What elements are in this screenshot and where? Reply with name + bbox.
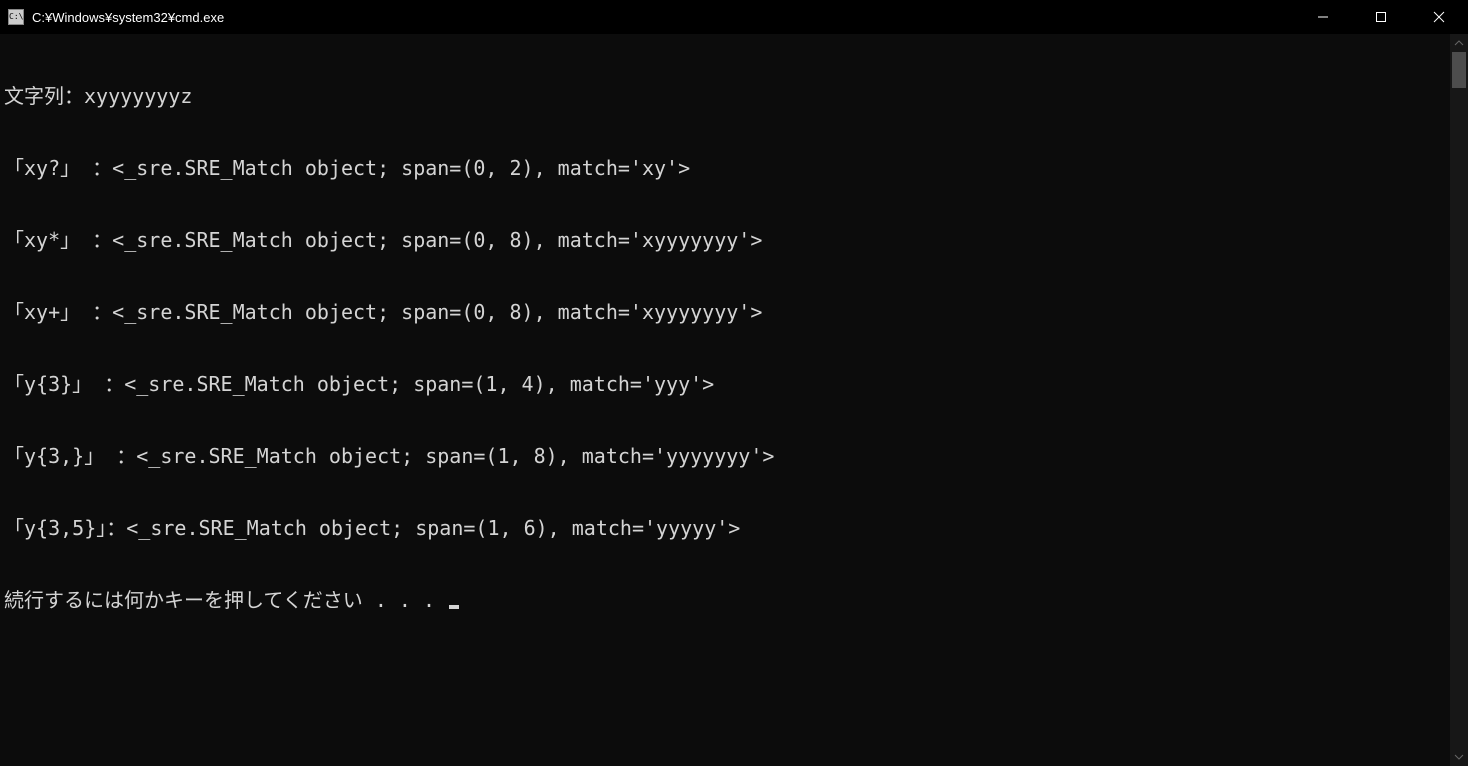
- cmd-window: C:\ C:¥Windows¥system32¥cmd.exe: [0, 0, 1468, 766]
- terminal-line: 「xy?」 ：<_sre.SRE_Match object; span=(0, …: [4, 156, 1446, 180]
- titlebar[interactable]: C:\ C:¥Windows¥system32¥cmd.exe: [0, 0, 1468, 34]
- terminal-prompt-line: 続行するには何かキーを押してください . . .: [4, 588, 1446, 612]
- terminal-line: 「y{3,5}」：<_sre.SRE_Match object; span=(1…: [4, 516, 1446, 540]
- vertical-scrollbar[interactable]: [1450, 34, 1468, 766]
- close-button[interactable]: [1410, 0, 1468, 34]
- terminal-line: 「xy*」 ：<_sre.SRE_Match object; span=(0, …: [4, 228, 1446, 252]
- minimize-button[interactable]: [1294, 0, 1352, 34]
- close-icon: [1433, 11, 1445, 23]
- scroll-down-arrow-icon[interactable]: [1450, 748, 1468, 766]
- minimize-icon: [1317, 11, 1329, 23]
- terminal-line: 文字列：xyyyyyyyz: [4, 84, 1446, 108]
- scroll-thumb[interactable]: [1452, 52, 1466, 88]
- terminal-line: 「y{3,}」 ：<_sre.SRE_Match object; span=(1…: [4, 444, 1446, 468]
- terminal-line: 「y{3}」 ：<_sre.SRE_Match object; span=(1,…: [4, 372, 1446, 396]
- scroll-up-arrow-icon[interactable]: [1450, 34, 1468, 52]
- window-body: 文字列：xyyyyyyyz 「xy?」 ：<_sre.SRE_Match obj…: [0, 34, 1468, 766]
- terminal-output[interactable]: 文字列：xyyyyyyyz 「xy?」 ：<_sre.SRE_Match obj…: [0, 34, 1450, 766]
- window-title: C:¥Windows¥system32¥cmd.exe: [32, 10, 224, 25]
- terminal-cursor: [449, 605, 459, 609]
- scroll-track[interactable]: [1450, 52, 1468, 748]
- cmd-app-icon: C:\: [8, 9, 24, 25]
- maximize-icon: [1375, 11, 1387, 23]
- terminal-line: 「xy+」 ：<_sre.SRE_Match object; span=(0, …: [4, 300, 1446, 324]
- window-controls: [1294, 0, 1468, 34]
- maximize-button[interactable]: [1352, 0, 1410, 34]
- terminal-prompt-text: 続行するには何かキーを押してください . . .: [4, 588, 447, 612]
